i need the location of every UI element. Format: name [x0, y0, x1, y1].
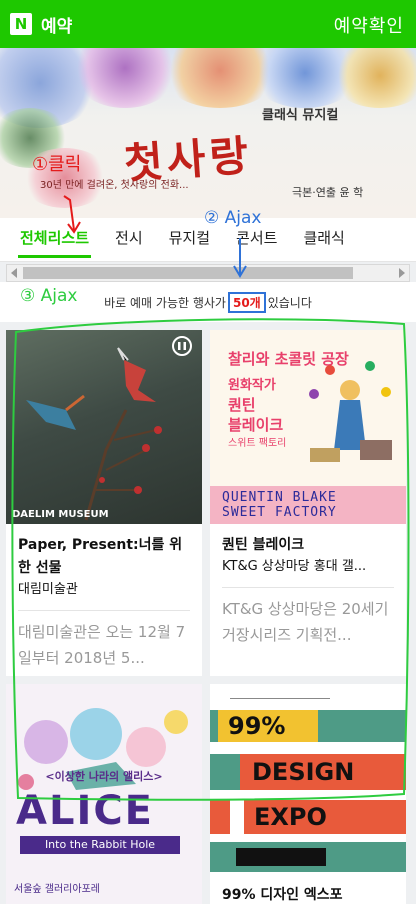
event-card[interactable]: <이상한 나라의 앨리스> ALICE Into the Rabbit Hole…: [6, 684, 202, 904]
reservation-confirm-link[interactable]: 예약확인: [334, 12, 404, 38]
banner-description: 30년 만에 걸려온, 첫사랑의 전화...: [40, 180, 189, 191]
poster-band-1-text: 99%: [218, 710, 318, 742]
event-title[interactable]: 퀀틴 블레이크: [210, 534, 406, 557]
tab-concert[interactable]: 콘서트: [236, 218, 277, 262]
card-divider: [222, 587, 394, 588]
count-prefix: 바로 예매 가능한 행사가: [104, 295, 226, 310]
event-venue: KT&G 상상마당 홍대 갤...: [222, 559, 367, 574]
event-venue: 대림미술관: [18, 582, 78, 597]
featured-banner[interactable]: 클래식 뮤지컬 첫사랑 30년 만에 걸려온, 첫사랑의 전화... 극본·연출…: [0, 48, 416, 218]
poster-footer: 서울숲 갤러리아포레: [14, 884, 100, 895]
hummingbird-illustration: [26, 336, 192, 521]
poster-band-2: DESIGN: [210, 754, 406, 790]
app-root: N 예약 예약확인 클래식 뮤지컬 첫사랑 30년 만에 걸려온, 첫사랑의 전…: [0, 0, 416, 904]
top-header: N 예약 예약확인: [0, 0, 416, 48]
poster-title-band: QUENTIN BLAKE SWEET FACTORY: [210, 486, 406, 524]
tab-classic[interactable]: 클래식: [303, 218, 344, 262]
event-poster-image[interactable]: <이상한 나라의 앨리스> ALICE Into the Rabbit Hole…: [6, 684, 202, 904]
banner-credit: 극본·연출 윤 학: [292, 186, 364, 199]
event-title[interactable]: Paper, Present:너를 위한 선물: [6, 534, 202, 580]
event-card[interactable]: DAELIM MUSEUM Paper, Present:너를 위한 선물 대림…: [6, 330, 202, 676]
poster-caption: DAELIM MUSEUM: [12, 509, 109, 520]
available-count-line: 바로 예매 가능한 행사가 50개 있습니다: [0, 282, 416, 322]
scroll-left-arrow-icon[interactable]: [11, 268, 17, 278]
event-card[interactable]: 99% DESIGN EXPO 99% 디자인 엑스포: [210, 684, 406, 904]
poster-band-3-text: EXPO: [230, 800, 360, 834]
poster-strip: Into the Rabbit Hole: [20, 836, 180, 854]
poster-big-title: ALICE: [16, 788, 155, 834]
poster-band-4-block: [236, 848, 326, 866]
tabs-scrollbar[interactable]: [6, 264, 410, 282]
scroll-right-arrow-icon[interactable]: [399, 268, 405, 278]
banner-subtitle: 클래식 뮤지컬: [262, 108, 339, 123]
poster-caption: <이상한 나라의 앨리스>: [45, 770, 163, 783]
event-poster-image[interactable]: DAELIM MUSEUM: [6, 330, 202, 524]
tab-exhibition[interactable]: 전시: [115, 218, 143, 262]
naver-logo[interactable]: N: [10, 13, 32, 35]
event-count: 50개: [227, 291, 266, 313]
poster-band-4: [210, 842, 406, 872]
alice-illustration: [18, 708, 188, 790]
tab-all-list[interactable]: 전체리스트: [17, 218, 92, 262]
count-suffix: 있습니다: [267, 295, 312, 310]
scrollbar-thumb[interactable]: [23, 267, 353, 279]
card-divider: [18, 610, 190, 611]
event-poster-image[interactable]: 찰리와 초콜릿 공장 원화작가 퀀틴 블레이크 스위트 팩토리 QUENTIN …: [210, 330, 406, 524]
category-tabs: 전체리스트 전시 뮤지컬 콘서트 클래식: [0, 218, 416, 262]
event-poster-image[interactable]: 99% DESIGN EXPO: [210, 684, 406, 878]
header-title: 예약: [41, 16, 73, 37]
poster-band-line1: QUENTIN BLAKE: [222, 490, 337, 505]
event-card[interactable]: 찰리와 초콜릿 공장 원화작가 퀀틴 블레이크 스위트 팩토리 QUENTIN …: [210, 330, 406, 676]
tab-musical[interactable]: 뮤지컬: [169, 218, 210, 262]
poster-band-3: EXPO: [210, 800, 406, 834]
event-description: KT&G 상상마당은 20세기 거장시리즈 기획전...: [222, 600, 389, 644]
poster-band-line2: SWEET FACTORY: [222, 505, 337, 520]
poster-band-1: 99%: [210, 710, 406, 742]
event-title[interactable]: 99% 디자인 엑스포: [210, 884, 406, 904]
event-description: 대림미술관은 오는 12월 7일부터 2018년 5...: [18, 623, 186, 667]
poster-band-2-text: DESIGN: [240, 754, 406, 790]
